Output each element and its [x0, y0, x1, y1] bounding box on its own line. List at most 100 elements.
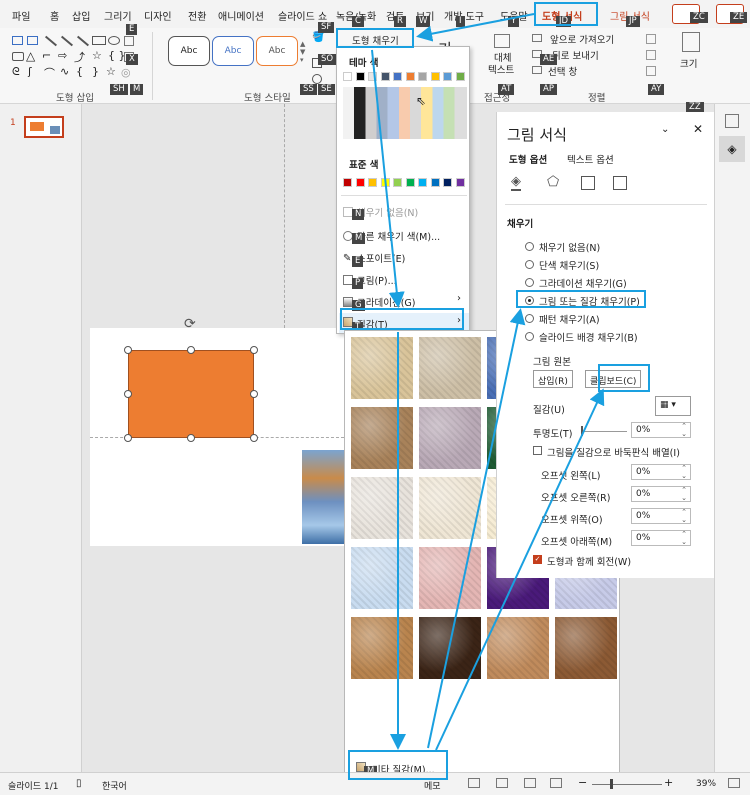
texture-tile[interactable]	[555, 617, 617, 679]
resize-handle[interactable]	[124, 434, 132, 442]
tab-home[interactable]: 홈	[50, 8, 59, 23]
texture-picker-button[interactable]: ▦ ▾	[655, 396, 691, 416]
alt-text-label-2[interactable]: 텍스트	[488, 62, 514, 76]
insert-button[interactable]: 삽입(R)	[533, 370, 573, 388]
slide-thumbnail[interactable]	[24, 116, 64, 138]
texture-tile[interactable]	[351, 337, 413, 399]
resize-handle[interactable]	[250, 434, 258, 442]
curve-shape-icon[interactable]: ∿	[60, 65, 69, 78]
standard-color-swatch[interactable]	[405, 178, 415, 187]
selection-pane-icon[interactable]	[532, 66, 542, 74]
tab-shape-options[interactable]: 도형 옵션	[509, 152, 547, 166]
arrow-shape-icon[interactable]: ⇨	[58, 49, 67, 62]
selected-orange-rectangle[interactable]	[128, 350, 254, 438]
design-ideas-icon[interactable]	[725, 114, 739, 128]
group-objects-icon[interactable]	[646, 50, 656, 60]
standard-color-swatch[interactable]	[443, 178, 452, 187]
tab-insert[interactable]: 삽입	[72, 8, 90, 23]
send-backward-button[interactable]: 뒤로 보내기	[552, 48, 599, 62]
texture-tile[interactable]	[351, 477, 413, 539]
slide-sorter-icon[interactable]	[496, 778, 508, 788]
rectangle-shape-icon[interactable]	[92, 36, 106, 45]
texture-tile[interactable]	[487, 617, 549, 679]
radio-pattern-fill[interactable]	[525, 314, 534, 323]
tab-file[interactable]: 파일	[12, 8, 30, 23]
slide-picture-collage[interactable]	[302, 450, 346, 544]
resize-handle[interactable]	[187, 434, 195, 442]
zoom-slider-thumb[interactable]	[610, 779, 613, 789]
standard-color-swatch[interactable]	[368, 178, 377, 187]
theme-color-swatch[interactable]	[393, 72, 402, 81]
texture-tile[interactable]	[419, 547, 481, 609]
theme-color-swatch[interactable]	[368, 72, 377, 81]
align-icon[interactable]	[646, 34, 656, 44]
texture-tile[interactable]	[351, 407, 413, 469]
texture-tile[interactable]	[419, 477, 481, 539]
shape-effects-icon[interactable]	[312, 74, 322, 84]
theme-color-swatch[interactable]	[455, 72, 465, 81]
freeform-shape-icon[interactable]: ᘓ	[12, 65, 20, 79]
standard-color-swatch[interactable]	[343, 178, 352, 187]
reading-view-icon[interactable]	[524, 778, 536, 788]
theme-color-swatch[interactable]	[355, 72, 365, 81]
scribble-shape-icon[interactable]: ʃ	[28, 65, 32, 78]
tab-design[interactable]: 디자인	[144, 8, 172, 23]
notes-button[interactable]: 메모	[424, 779, 441, 792]
merge-shapes-icon[interactable]: ◎	[121, 66, 131, 79]
tab-transitions[interactable]: 전환	[188, 8, 206, 23]
oval-shape-icon[interactable]	[108, 36, 120, 45]
standard-color-swatch[interactable]	[380, 178, 390, 187]
bracket-shape-icon[interactable]: { }	[108, 49, 126, 62]
standard-color-swatch[interactable]	[418, 178, 427, 187]
texture-tile[interactable]	[419, 337, 481, 399]
menu-gradient[interactable]: 그라데이션(G)	[357, 295, 415, 309]
effects-icon[interactable]: ⬠	[547, 174, 559, 190]
theme-color-swatch[interactable]	[430, 72, 440, 81]
texture-tile[interactable]	[351, 547, 413, 609]
theme-color-swatch[interactable]	[405, 72, 415, 81]
resize-handle[interactable]	[124, 390, 132, 398]
arrow-line-shape-icon[interactable]	[60, 35, 74, 47]
offset-top-input[interactable]: 0%	[631, 508, 691, 524]
theme-color-shades-grid[interactable]	[343, 87, 467, 139]
language-indicator[interactable]: 한국어	[102, 779, 127, 792]
radio-gradient-fill[interactable]	[525, 278, 534, 287]
tab-slideshow[interactable]: 슬라이드 쇼	[278, 8, 327, 23]
tab-draw[interactable]: 그리기	[104, 8, 132, 23]
theme-color-swatch[interactable]	[418, 72, 427, 81]
zoom-level[interactable]: 39%	[696, 779, 716, 789]
standard-color-swatch[interactable]	[393, 178, 402, 187]
arc-shape-icon[interactable]: ⌒	[44, 65, 55, 81]
bring-forward-button[interactable]: 앞으로 가져오기	[550, 32, 614, 46]
rotate-handle-icon[interactable]: ⟳	[184, 316, 196, 332]
tab-text-options[interactable]: 텍스트 옵션	[567, 152, 614, 166]
theme-color-swatch[interactable]	[443, 72, 452, 81]
fill-line-icon[interactable]: ◈	[511, 174, 521, 191]
offset-right-input[interactable]: 0%	[631, 486, 691, 502]
close-icon[interactable]: ✕	[693, 122, 703, 136]
offset-bottom-input[interactable]: 0%	[631, 530, 691, 546]
menu-no-fill[interactable]: 채우기 없음(N)	[357, 205, 418, 219]
normal-view-icon[interactable]	[468, 778, 480, 788]
size-button[interactable]: 크기	[680, 56, 697, 70]
edit-shape-icon[interactable]	[124, 36, 134, 46]
transparency-input[interactable]: 0%	[631, 422, 691, 438]
texture-tile[interactable]	[419, 617, 481, 679]
radio-solid-fill[interactable]	[525, 260, 534, 269]
theme-color-swatch[interactable]	[380, 72, 390, 81]
slideshow-view-icon[interactable]	[550, 778, 562, 788]
paint-bucket-icon[interactable]: 🪣	[312, 32, 324, 43]
transparency-slider-thumb[interactable]	[581, 426, 583, 436]
connector-shape-icon[interactable]: ⌐	[42, 49, 51, 62]
resize-handle[interactable]	[187, 346, 195, 354]
radio-no-fill[interactable]	[525, 242, 534, 251]
style-preset-1[interactable]: Abc	[168, 36, 210, 66]
selection-pane-button[interactable]: 선택 창	[548, 64, 577, 78]
rotate-with-shape-checkbox[interactable]: ✓	[533, 555, 542, 564]
transparency-slider[interactable]	[581, 431, 627, 432]
texture-tile[interactable]	[419, 407, 481, 469]
rounded-rectangle-shape-icon[interactable]	[12, 52, 24, 61]
menu-more-fill-colors[interactable]: 다른 채우기 색(M)...	[357, 229, 440, 243]
bring-forward-icon[interactable]	[532, 34, 542, 42]
rotate-icon[interactable]	[646, 66, 656, 76]
